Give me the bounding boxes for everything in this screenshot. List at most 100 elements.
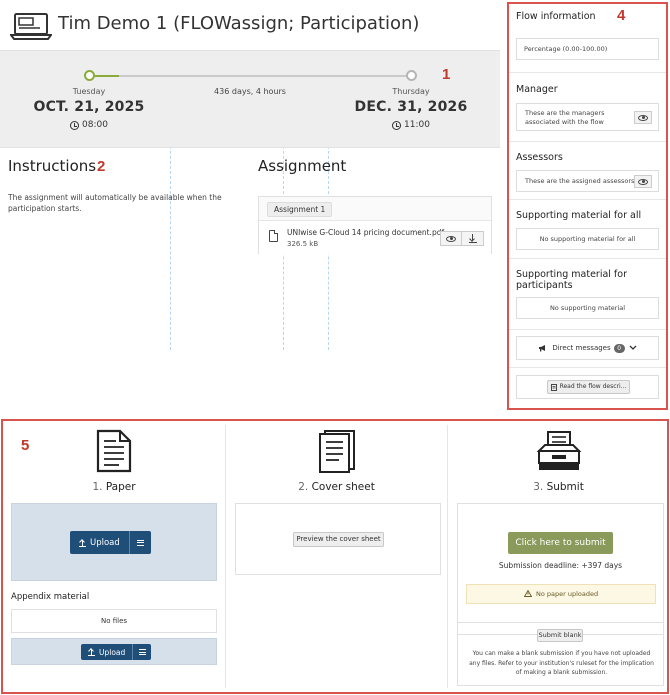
submit-step-number: 3. bbox=[533, 481, 544, 493]
assessors-title: Assessors bbox=[516, 152, 563, 163]
start-time-row: 08:00 bbox=[24, 120, 154, 130]
read-flow-label: Read the flow descri... bbox=[559, 383, 627, 390]
instructions-heading: Instructions bbox=[8, 157, 97, 175]
submission-deadline: Submission deadline: +397 days bbox=[498, 561, 623, 570]
clock-icon bbox=[70, 120, 80, 130]
cover-step-label: Cover sheet bbox=[311, 481, 375, 493]
submit-button[interactable]: Click here to submit bbox=[508, 532, 613, 554]
download-icon bbox=[468, 234, 477, 243]
clock-icon bbox=[392, 120, 402, 130]
eye-icon bbox=[446, 235, 456, 242]
submit-title: 3. Submit bbox=[448, 481, 669, 493]
start-date: OCT. 21, 2025 bbox=[33, 99, 145, 115]
annotation-2: 2 bbox=[97, 158, 106, 175]
timeline-duration: 436 days, 4 hours bbox=[214, 87, 286, 96]
assignment-heading: Assignment bbox=[258, 157, 347, 175]
chevron-down-icon bbox=[629, 345, 637, 350]
paper-upload-label: Upload bbox=[90, 537, 120, 548]
blank-submission-box: Submit blank You can make a blank submis… bbox=[457, 622, 664, 686]
flow-info-section: Flow information Percentage (0.00-100.00… bbox=[509, 4, 666, 73]
support-participants-title: Supporting material for participants bbox=[516, 269, 627, 291]
submit-column: 3. Submit Click here to submit Submissio… bbox=[448, 421, 669, 692]
upload-icon bbox=[88, 648, 95, 656]
download-file-button[interactable] bbox=[462, 231, 484, 246]
file-icon bbox=[269, 230, 278, 242]
end-time-row: 11:00 bbox=[346, 120, 476, 130]
submit-box: Click here to submit Submission deadline… bbox=[457, 503, 664, 635]
menu-icon bbox=[136, 539, 144, 546]
no-paper-warning: No paper uploaded bbox=[466, 584, 656, 604]
read-flow-button-inner[interactable]: Read the flow descri... bbox=[547, 380, 630, 394]
paper-upload-button[interactable]: Upload bbox=[70, 531, 129, 554]
appendix-upload-button[interactable]: Upload bbox=[81, 644, 133, 660]
assessors-box: These are the assigned assessors bbox=[516, 170, 659, 192]
support-all-section: Supporting material for all No supportin… bbox=[509, 200, 666, 259]
timeline-track bbox=[90, 75, 412, 77]
cover-step-number: 2. bbox=[298, 481, 309, 493]
direct-messages-count: 0 bbox=[613, 343, 625, 353]
appendix-upload-button-group: Upload bbox=[81, 644, 152, 660]
paper-icon bbox=[96, 429, 132, 473]
timeline: 436 days, 4 hours Tuesday OCT. 21, 2025 … bbox=[0, 50, 500, 148]
timeline-start: Tuesday OCT. 21, 2025 08:00 bbox=[24, 87, 154, 130]
file-name[interactable]: UNIwise G-Cloud 14 pricing document.pdf bbox=[287, 228, 444, 237]
appendix-upload-area[interactable]: Upload bbox=[11, 638, 217, 665]
timeline-end-dot bbox=[406, 70, 417, 81]
end-time: 11:00 bbox=[404, 120, 430, 130]
cover-sheet-icon bbox=[318, 430, 355, 473]
direct-messages-section: Direct messages 0 bbox=[509, 330, 666, 368]
assignment-file-row: UNIwise G-Cloud 14 pricing document.pdf … bbox=[259, 220, 491, 254]
file-size: 326.5 kB bbox=[287, 240, 319, 248]
manager-section: Manager These are the managers associate… bbox=[509, 73, 666, 142]
preview-file-button[interactable] bbox=[440, 231, 462, 246]
percentage-field[interactable]: Percentage (0.00-100.00) bbox=[516, 38, 659, 60]
paper-step-label: Paper bbox=[105, 481, 136, 493]
flow-info-title: Flow information bbox=[516, 11, 596, 22]
flow-information-sidebar: 4 Flow information Percentage (0.00-100.… bbox=[507, 2, 668, 410]
warning-icon bbox=[523, 589, 533, 597]
paper-upload-area[interactable]: Upload bbox=[11, 503, 217, 581]
paper-column: 1. Paper Upload Appendix material No fil… bbox=[3, 421, 225, 692]
timeline-start-dot bbox=[84, 70, 95, 81]
manager-box: These are the managers associated with t… bbox=[516, 103, 659, 131]
start-day: Tuesday bbox=[72, 87, 106, 96]
view-managers-button[interactable] bbox=[634, 111, 652, 124]
read-flow-description-button[interactable]: Read the flow descri... bbox=[516, 375, 659, 399]
page-title: Tim Demo 1 (FLOWassign; Participation) bbox=[58, 13, 420, 34]
paper-title: 1. Paper bbox=[3, 481, 225, 493]
appendix-upload-label: Upload bbox=[99, 647, 126, 657]
direct-messages-button[interactable]: Direct messages 0 bbox=[516, 336, 659, 360]
manager-title: Manager bbox=[516, 84, 558, 95]
paper-step-number: 1. bbox=[92, 481, 103, 493]
submit-step-label: Submit bbox=[546, 481, 584, 493]
assignment-card: Assignment 1 UNIwise G-Cloud 14 pricing … bbox=[258, 196, 492, 254]
appendix-upload-menu-button[interactable] bbox=[132, 644, 152, 660]
support-all-box: No supporting material for all bbox=[516, 228, 659, 250]
annotation-1: 1 bbox=[442, 66, 451, 83]
eye-icon bbox=[638, 114, 648, 121]
preview-cover-sheet-button[interactable]: Preview the cover sheet bbox=[293, 532, 384, 547]
document-icon bbox=[550, 383, 557, 391]
upload-icon bbox=[79, 539, 86, 547]
no-paper-warning-text: No paper uploaded bbox=[535, 590, 599, 598]
submit-blank-button[interactable]: Submit blank bbox=[537, 629, 583, 642]
instructions-text: The assignment will automatically be ava… bbox=[8, 193, 222, 213]
support-participants-box: No supporting material bbox=[516, 297, 659, 319]
cover-sheet-box: Preview the cover sheet bbox=[235, 503, 441, 575]
megaphone-icon bbox=[539, 345, 546, 352]
laptop-icon bbox=[10, 13, 52, 40]
paper-upload-button-group: Upload bbox=[70, 531, 151, 554]
end-day: Thursday bbox=[392, 87, 430, 96]
assessors-section: Assessors These are the assigned assesso… bbox=[509, 142, 666, 200]
direct-messages-label: Direct messages bbox=[552, 344, 611, 352]
paper-upload-menu-button[interactable] bbox=[128, 531, 151, 554]
timeline-end: Thursday DEC. 31, 2026 11:00 bbox=[346, 87, 476, 130]
view-assessors-button[interactable] bbox=[634, 175, 652, 188]
manager-text: These are the managers associated with t… bbox=[525, 109, 605, 126]
page-header: Tim Demo 1 (FLOWassign; Participation) bbox=[0, 0, 500, 50]
support-all-title: Supporting material for all bbox=[516, 210, 642, 221]
assessors-text: These are the assigned assessors bbox=[525, 177, 635, 185]
cover-title: 2. Cover sheet bbox=[226, 481, 447, 493]
inbox-tray-icon bbox=[536, 431, 581, 470]
support-participants-section: Supporting material for participants No … bbox=[509, 259, 666, 330]
